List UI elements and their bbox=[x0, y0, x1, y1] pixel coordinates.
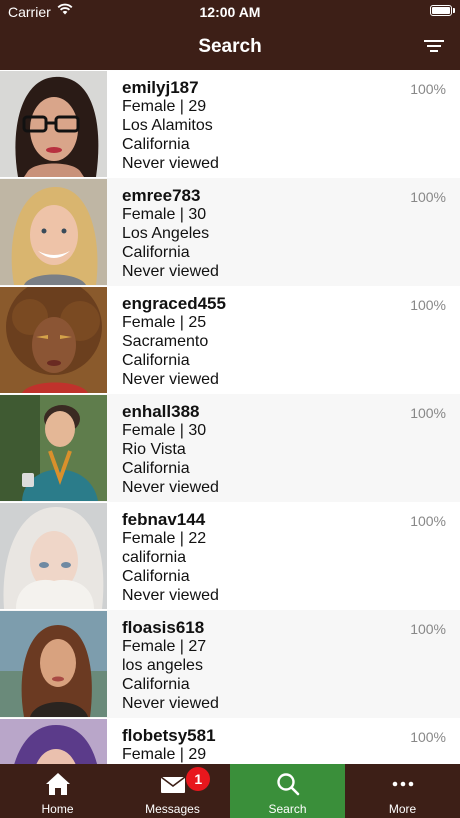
navigation-bar: Search bbox=[0, 24, 460, 70]
profile-info: enhall388 Female | 30 Rio Vista Californ… bbox=[122, 402, 219, 497]
profile-gender-age: Female | 25 bbox=[122, 314, 207, 331]
search-results-list[interactable]: emilyj187 Female | 29 Los Alamitos Calif… bbox=[0, 70, 460, 764]
profile-row[interactable]: emree783 Female | 30 Los Angeles Califor… bbox=[0, 178, 460, 286]
profile-username: engraced455 bbox=[122, 294, 226, 313]
tab-label: Messages bbox=[145, 802, 200, 816]
profile-gender-age: Female | 29 bbox=[122, 98, 207, 115]
tab-bar: Home 1 Messages Search More bbox=[0, 764, 460, 818]
profile-viewed-status: Never viewed bbox=[122, 479, 219, 496]
profile-info: emree783 Female | 30 Los Angeles Califor… bbox=[122, 186, 219, 281]
profile-gender-age: Female | 30 bbox=[122, 422, 207, 439]
profile-viewed-status: Never viewed bbox=[122, 371, 219, 388]
tab-label: Search bbox=[268, 802, 307, 816]
profile-state: California bbox=[122, 352, 190, 369]
profile-city: Sacramento bbox=[122, 333, 209, 350]
profile-city: los angeles bbox=[122, 657, 203, 674]
profile-info: febnav144 Female | 22 california Califor… bbox=[122, 510, 219, 605]
profile-photo[interactable] bbox=[0, 503, 107, 609]
profile-viewed-status: Never viewed bbox=[122, 263, 219, 280]
profile-username: emree783 bbox=[122, 186, 201, 205]
profile-row[interactable]: flobetsy581 Female | 29 100% bbox=[0, 718, 460, 764]
page-title: Search bbox=[198, 36, 262, 57]
profile-row[interactable]: floasis618 Female | 27 los angeles Calif… bbox=[0, 610, 460, 718]
profile-city: california bbox=[122, 549, 187, 566]
profile-row[interactable]: enhall388 Female | 30 Rio Vista Californ… bbox=[0, 394, 460, 502]
profile-username: enhall388 bbox=[122, 402, 200, 421]
profile-photo[interactable] bbox=[0, 395, 107, 501]
tab-label: More bbox=[388, 802, 417, 816]
unread-badge: 1 bbox=[186, 767, 211, 791]
profile-state: California bbox=[122, 244, 190, 261]
profile-state: California bbox=[122, 460, 190, 477]
match-percentage: 100% bbox=[410, 81, 446, 97]
match-percentage: 100% bbox=[410, 297, 446, 313]
profile-username: emilyj187 bbox=[122, 78, 199, 97]
match-percentage: 100% bbox=[410, 513, 446, 529]
profile-info: emilyj187 Female | 29 Los Alamitos Calif… bbox=[122, 78, 219, 173]
profile-state: California bbox=[122, 568, 190, 585]
search-icon bbox=[276, 773, 299, 796]
match-percentage: 100% bbox=[410, 729, 446, 745]
profile-photo[interactable] bbox=[0, 179, 107, 285]
match-percentage: 100% bbox=[410, 621, 446, 637]
more-icon bbox=[392, 781, 413, 787]
profile-city: Rio Vista bbox=[122, 441, 186, 458]
tab-messages[interactable]: 1 Messages bbox=[115, 764, 230, 818]
profile-viewed-status: Never viewed bbox=[122, 587, 219, 604]
battery-icon bbox=[430, 5, 455, 16]
profile-photo[interactable] bbox=[0, 719, 107, 764]
profile-gender-age: Female | 29 bbox=[122, 746, 207, 763]
tab-home[interactable]: Home bbox=[0, 764, 115, 818]
profile-row[interactable]: emilyj187 Female | 29 Los Alamitos Calif… bbox=[0, 70, 460, 178]
profile-viewed-status: Never viewed bbox=[122, 155, 219, 172]
profile-row[interactable]: febnav144 Female | 22 california Califor… bbox=[0, 502, 460, 610]
profile-info: flobetsy581 Female | 29 bbox=[122, 726, 216, 764]
tab-more[interactable]: More bbox=[345, 764, 460, 818]
profile-gender-age: Female | 22 bbox=[122, 530, 207, 547]
clock-time: 12:00 AM bbox=[199, 4, 261, 20]
home-icon bbox=[45, 773, 70, 795]
profile-state: California bbox=[122, 136, 190, 153]
profile-photo[interactable] bbox=[0, 287, 107, 393]
profile-gender-age: Female | 30 bbox=[122, 206, 207, 223]
profile-city: Los Angeles bbox=[122, 225, 210, 242]
filter-icon[interactable] bbox=[424, 38, 444, 54]
profile-gender-age: Female | 27 bbox=[122, 638, 207, 655]
envelope-icon bbox=[160, 776, 185, 793]
tab-search[interactable]: Search bbox=[230, 764, 345, 818]
profile-photo[interactable] bbox=[0, 71, 107, 177]
status-bar: Carrier 12:00 AM bbox=[0, 0, 460, 24]
match-percentage: 100% bbox=[410, 405, 446, 421]
match-percentage: 100% bbox=[410, 189, 446, 205]
profile-state: California bbox=[122, 676, 190, 693]
profile-photo[interactable] bbox=[0, 611, 107, 717]
profile-username: floasis618 bbox=[122, 618, 205, 637]
profile-city: Los Alamitos bbox=[122, 117, 213, 134]
profile-username: flobetsy581 bbox=[122, 726, 216, 745]
profile-viewed-status: Never viewed bbox=[122, 695, 219, 712]
profile-username: febnav144 bbox=[122, 510, 206, 529]
profile-info: floasis618 Female | 27 los angeles Calif… bbox=[122, 618, 219, 713]
profile-row[interactable]: engraced455 Female | 25 Sacramento Calif… bbox=[0, 286, 460, 394]
tab-label: Home bbox=[41, 802, 74, 816]
profile-info: engraced455 Female | 25 Sacramento Calif… bbox=[122, 294, 226, 389]
